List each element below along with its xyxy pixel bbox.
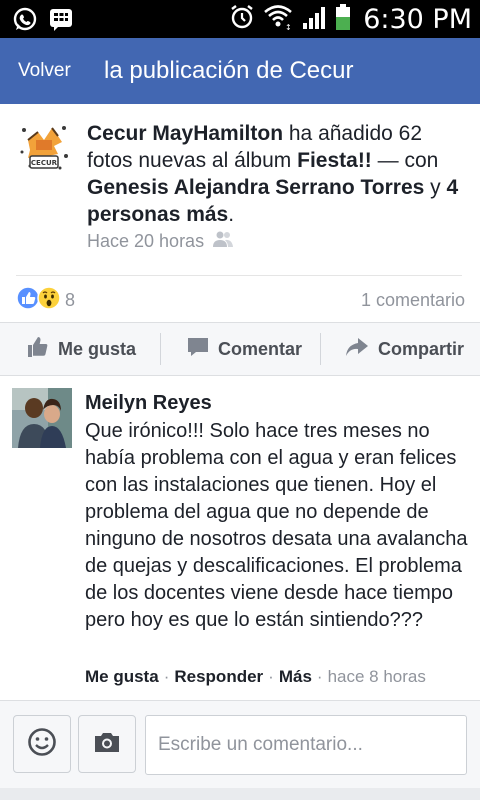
like-button-label: Me gusta [58,338,137,359]
post-end-text: . [228,203,235,226]
navigation-bar: Volver la publicación de Cecur [0,38,480,104]
divider [16,275,462,276]
like-button[interactable]: Me gusta [26,323,136,375]
post-and-text: y [424,176,447,199]
post-timestamp-row: Hace 20 horas [87,230,234,253]
commenter-name[interactable]: Meilyn Reyes [85,392,212,415]
share-button[interactable]: Compartir [344,323,464,375]
thumbs-up-icon [26,335,50,364]
alarm-icon [229,3,255,36]
comment-like-link[interactable]: Me gusta [85,667,159,687]
camera-button[interactable] [78,715,136,773]
signal-icon [301,3,327,36]
post-action-bar: Me gusta Comentar Compartir [0,322,480,376]
action-separator [160,333,161,365]
share-button-label: Compartir [378,338,465,359]
comment-count-link[interactable]: 1 comentario [361,290,465,311]
share-arrow-icon [344,335,370,364]
comment-timestamp: hace 8 horas [327,667,426,686]
cecur-logo[interactable]: CECUR [18,122,70,174]
reaction-count: 8 [65,290,76,310]
commenter-avatar[interactable] [12,388,72,448]
separator-dot: · [163,667,170,686]
reactions-summary[interactable]: 8 [16,286,75,315]
comment-input[interactable] [145,715,467,775]
battery-icon [335,3,351,36]
action-separator [320,333,321,365]
post-timestamp[interactable]: Hace 20 horas [87,231,204,252]
svg-text:CECUR: CECUR [31,159,58,167]
bbm-icon [48,6,74,37]
separator-dot: · [316,667,323,686]
separator-dot: · [268,667,274,686]
wow-reaction-icon [37,286,61,315]
comment-more-link[interactable]: Más [279,667,312,687]
comment-text: Que irónico!!! Solo hace tres meses no h… [85,420,468,631]
comment-actions: Me gusta · Responder · Más · hace 8 hora… [85,667,426,687]
back-button[interactable]: Volver [18,60,71,82]
page-title: la publicación de Cecur [104,57,354,84]
post-author[interactable]: Cecur MayHamilton [87,122,283,145]
camera-icon [93,730,121,759]
status-bar-right: ↕ 6:30 PM [229,3,472,36]
tagged-person-link[interactable]: Genesis Alejandra Serrano Torres [87,176,424,199]
comment-button-label: Comentar [218,338,303,359]
album-link[interactable]: Fiesta!! [297,149,372,172]
whatsapp-icon [12,6,38,37]
bottom-edge [0,788,480,800]
status-time: 6:30 PM [363,4,472,35]
comment-bubble-icon [186,335,210,364]
comment-composer [0,700,480,788]
emoji-button[interactable] [13,715,71,773]
comment-button[interactable]: Comentar [186,323,302,375]
svg-text:↕: ↕ [285,23,292,31]
friends-icon [212,230,234,253]
status-bar-left [12,6,74,37]
comment-item: Meilyn Reyes Que irónico!!! Solo hace tr… [0,376,480,700]
post-with-text: — con [371,149,439,172]
post-story-text: Cecur MayHamilton ha añadido 62 fotos nu… [87,120,467,228]
status-bar: ↕ 6:30 PM [0,0,480,38]
emoji-icon [27,727,57,762]
wifi-icon: ↕ [263,3,293,36]
comment-reply-link[interactable]: Responder [174,667,263,687]
